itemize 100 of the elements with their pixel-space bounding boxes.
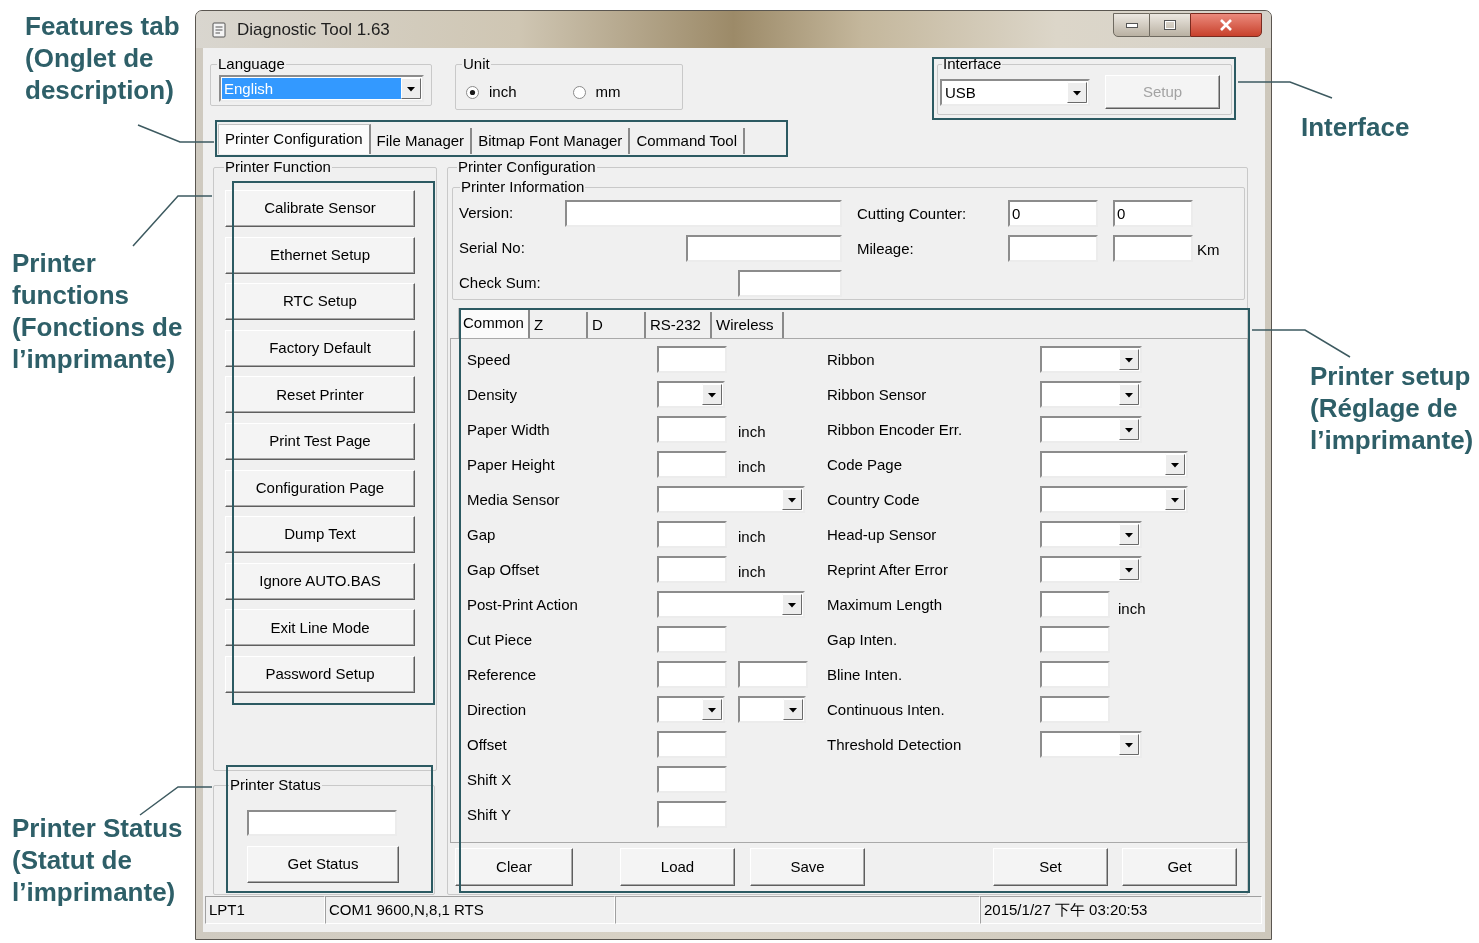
setting-label: Threshold Detection [827, 735, 962, 753]
group-title: Interface [942, 55, 1003, 73]
caret-down-icon [1119, 349, 1139, 370]
caret-down-icon [782, 489, 802, 510]
function-button[interactable]: Configuration Page [225, 469, 415, 507]
input-field[interactable] [657, 801, 727, 828]
input-field[interactable] [1113, 235, 1193, 262]
input-field[interactable] [738, 661, 808, 688]
function-button[interactable]: Reset Printer [225, 376, 415, 414]
setting-label: Continuous Inten. [827, 700, 945, 718]
setting-label: Ribbon [827, 350, 875, 368]
input-field[interactable] [657, 661, 727, 688]
input-field[interactable] [657, 731, 727, 758]
close-button[interactable] [1190, 13, 1262, 37]
dropdown-field[interactable] [657, 381, 725, 408]
dropdown-field[interactable] [1040, 416, 1142, 443]
input-field[interactable]: 0 [1008, 200, 1098, 227]
interface-dropdown[interactable]: USB [940, 78, 1090, 106]
input-field[interactable] [565, 200, 842, 227]
input-field[interactable] [657, 416, 727, 443]
tab[interactable]: Printer Configuration [218, 124, 371, 154]
setting-label: Gap [467, 525, 496, 543]
function-button[interactable]: Calibrate Sensor [225, 190, 415, 227]
caret-down-icon [783, 699, 803, 720]
input-field[interactable] [1040, 661, 1110, 688]
setting-label: Ribbon Encoder Err. [827, 420, 963, 438]
action-button[interactable]: Load [620, 848, 735, 886]
input-field[interactable] [657, 766, 727, 793]
caret-down-icon [1119, 734, 1139, 755]
close-icon [1219, 19, 1233, 31]
function-button[interactable]: Password Setup [225, 655, 415, 693]
input-field[interactable] [657, 556, 727, 583]
dropdown-field[interactable] [1040, 486, 1188, 513]
minimize-icon [1125, 22, 1138, 28]
caret-down-icon [702, 384, 722, 405]
input-field[interactable] [1040, 626, 1110, 653]
maximize-button[interactable] [1150, 13, 1190, 37]
callout-text: Interface [1301, 111, 1410, 143]
caret-down-icon [1119, 419, 1139, 440]
dropdown-field[interactable] [657, 696, 725, 723]
setting-label: Maximum Length [827, 595, 943, 613]
unit-label: inch [738, 561, 766, 582]
dropdown-field[interactable] [1040, 556, 1142, 583]
group-title: Printer Configuration [457, 158, 597, 176]
setting-label: Ribbon Sensor [827, 385, 927, 403]
function-button[interactable]: Ignore AUTO.BAS [225, 562, 415, 600]
action-button[interactable]: Save [750, 848, 865, 886]
app-icon [212, 21, 226, 38]
field-label: Cutting Counter: [857, 204, 967, 222]
dropdown-field[interactable] [1040, 731, 1142, 758]
radio-option[interactable]: inch [466, 81, 517, 104]
action-button[interactable]: Set [993, 848, 1108, 886]
status-field[interactable] [247, 810, 397, 836]
tab[interactable]: Common [458, 308, 530, 338]
radio-option[interactable]: mm [572, 81, 621, 104]
action-button[interactable]: Get [1122, 848, 1237, 886]
callout-text: Printer Status (Statut de l’imprimante) [12, 812, 184, 908]
caret-down-icon [702, 699, 722, 720]
function-button[interactable]: Print Test Page [225, 422, 415, 460]
function-button[interactable]: Ethernet Setup [225, 236, 415, 274]
minimize-button[interactable] [1113, 13, 1150, 37]
group-title: Printer Function [224, 158, 332, 176]
dropdown-field[interactable] [1040, 346, 1142, 373]
setting-label: Cut Piece [467, 630, 533, 648]
input-field[interactable]: 0 [1113, 200, 1193, 227]
dropdown-field[interactable] [1040, 381, 1142, 408]
unit-label: inch [738, 526, 766, 547]
caret-down-icon [1119, 524, 1139, 545]
setting-label: Media Sensor [467, 490, 560, 508]
field-label: Check Sum: [459, 273, 541, 294]
input-field[interactable] [686, 235, 842, 262]
setting-label: Code Page [827, 455, 903, 473]
setting-label: Shift Y [467, 805, 511, 823]
function-button[interactable]: Factory Default [225, 329, 415, 367]
get-status-button[interactable]: Get Status [247, 846, 399, 883]
input-field[interactable] [657, 451, 727, 478]
field-label: Serial No: [459, 238, 525, 259]
setting-label: Density [467, 385, 518, 403]
action-button[interactable]: Clear [455, 848, 573, 886]
input-field[interactable] [657, 521, 727, 548]
input-field[interactable] [1040, 591, 1110, 618]
unit-label: inch [738, 456, 766, 477]
function-button[interactable]: Exit Line Mode [225, 609, 415, 647]
dropdown-field[interactable] [1040, 451, 1188, 478]
dropdown-field[interactable] [738, 696, 806, 723]
function-button[interactable]: Dump Text [225, 516, 415, 554]
input-field[interactable] [1040, 696, 1110, 723]
dropdown-field[interactable] [657, 591, 805, 618]
group-title: Language [217, 55, 286, 73]
input-field[interactable] [657, 346, 727, 373]
input-field[interactable] [738, 270, 842, 297]
maximize-icon [1164, 20, 1176, 30]
dropdown-field[interactable] [657, 486, 805, 513]
function-button[interactable]: RTC Setup [225, 283, 415, 321]
input-field[interactable] [1008, 235, 1098, 262]
input-field[interactable] [657, 626, 727, 653]
dropdown-field[interactable] [1040, 521, 1142, 548]
setting-label: Post-Print Action [467, 595, 578, 613]
callout-text: Features tab (Onglet de description) [25, 10, 181, 106]
caret-down-icon [1165, 454, 1185, 475]
